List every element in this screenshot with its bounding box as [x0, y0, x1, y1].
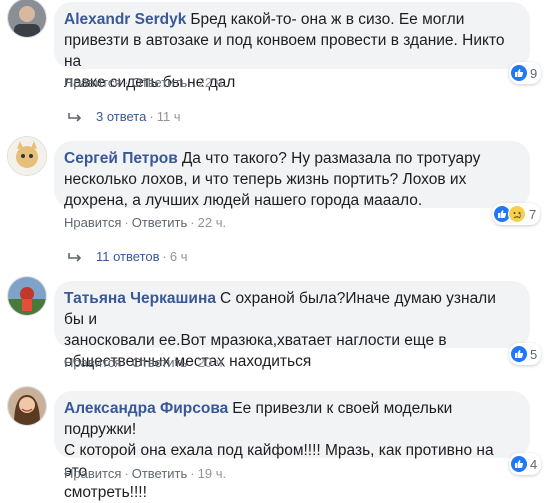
comment-actions: Нравится · Ответить · 22 ч.: [64, 75, 226, 90]
like-icon: [511, 346, 527, 362]
like-icon: [511, 65, 527, 81]
reply-link[interactable]: Ответить: [132, 75, 188, 90]
avatar[interactable]: [7, 136, 47, 176]
reply-link[interactable]: Ответить: [132, 215, 188, 230]
like-icon: [511, 456, 527, 472]
separator-dot: ·: [124, 466, 129, 481]
separator-dot: ·: [124, 75, 129, 90]
reaction-count: 4: [530, 456, 538, 472]
comment-text-line: несколько лохов, и что теперь жизнь порт…: [64, 171, 467, 188]
replies-count[interactable]: 3 ответа: [96, 109, 146, 124]
avatar[interactable]: [7, 0, 47, 38]
reaction-count: 7: [529, 206, 537, 222]
separator-dot: ·: [149, 109, 154, 124]
like-link[interactable]: Нравится: [64, 215, 121, 230]
comment-bubble: Александра Фирсова Ее привезли к своей мо…: [54, 391, 530, 501]
separator-dot: ·: [162, 249, 167, 264]
author-name[interactable]: Сергей Петров: [64, 150, 178, 167]
like-link[interactable]: Нравится: [64, 355, 121, 370]
separator-dot: ·: [190, 355, 195, 370]
comment-bubble: Татьяна Черкашина С охраной была?Иначе ду…: [54, 281, 530, 370]
separator-dot: ·: [190, 215, 195, 230]
comment-bubble: Сергей Петров Да что такого? Ну размазала…: [54, 141, 530, 209]
separator-dot: ·: [190, 75, 195, 90]
avatar[interactable]: [7, 386, 47, 426]
avatar[interactable]: [7, 276, 47, 316]
reactions-summary[interactable]: 7: [492, 203, 541, 225]
reactions-summary[interactable]: 4: [509, 453, 542, 475]
author-name[interactable]: Александра Фирсова: [64, 400, 228, 417]
comment-text-line: заносковали ее.Вот мразюка,хватает нагло…: [64, 332, 447, 349]
like-link[interactable]: Нравится: [64, 75, 121, 90]
reaction-count: 5: [530, 346, 538, 362]
comment-text-line: дохрена, а лучших людей нашего города ма…: [64, 192, 423, 209]
view-replies[interactable]: 11 ответов · 6 ч: [68, 249, 187, 264]
reaction-count: 9: [530, 65, 538, 81]
reply-link[interactable]: Ответить: [132, 466, 188, 481]
replies-time: 11 ч: [156, 109, 181, 124]
reply-arrow-icon: [68, 112, 82, 122]
reactions-summary[interactable]: 5: [509, 343, 542, 365]
comment-text-line: смотреть!!!!: [64, 484, 147, 501]
comment-bubble: Alexandr Serdyk Бред какой-то- она ж в си…: [54, 2, 530, 91]
comment-actions: Нравится · Ответить · 20 ч.: [64, 355, 226, 370]
replies-count[interactable]: 11 ответов: [96, 249, 160, 264]
timestamp[interactable]: 22 ч.: [198, 215, 226, 230]
timestamp[interactable]: 19 ч.: [198, 466, 226, 481]
timestamp[interactable]: 20 ч.: [198, 355, 226, 370]
reactions-summary[interactable]: 9: [509, 62, 542, 84]
reply-arrow-icon: [68, 252, 82, 262]
separator-dot: ·: [124, 355, 129, 370]
like-link[interactable]: Нравится: [64, 466, 121, 481]
comment-actions: Нравится · Ответить · 22 ч.: [64, 215, 226, 230]
timestamp[interactable]: 22 ч.: [198, 75, 226, 90]
view-replies[interactable]: 3 ответа · 11 ч: [68, 109, 181, 124]
author-name[interactable]: Татьяна Черкашина: [64, 290, 216, 307]
comment-text-line: привезти в автозаке и под конвоем провес…: [64, 32, 505, 70]
sad-icon: [508, 205, 526, 223]
separator-dot: ·: [190, 466, 195, 481]
comment-text-line: Да что такого? Ну размазала по тротуару: [181, 150, 481, 167]
replies-time: 6 ч: [169, 249, 188, 264]
author-name[interactable]: Alexandr Serdyk: [64, 11, 186, 28]
separator-dot: ·: [124, 215, 129, 230]
reply-link[interactable]: Ответить: [132, 355, 188, 370]
comment-actions: Нравится · Ответить · 19 ч.: [64, 466, 226, 481]
comment-text-line: Бред какой-то- она ж в сизо. Ее могли: [190, 11, 465, 28]
